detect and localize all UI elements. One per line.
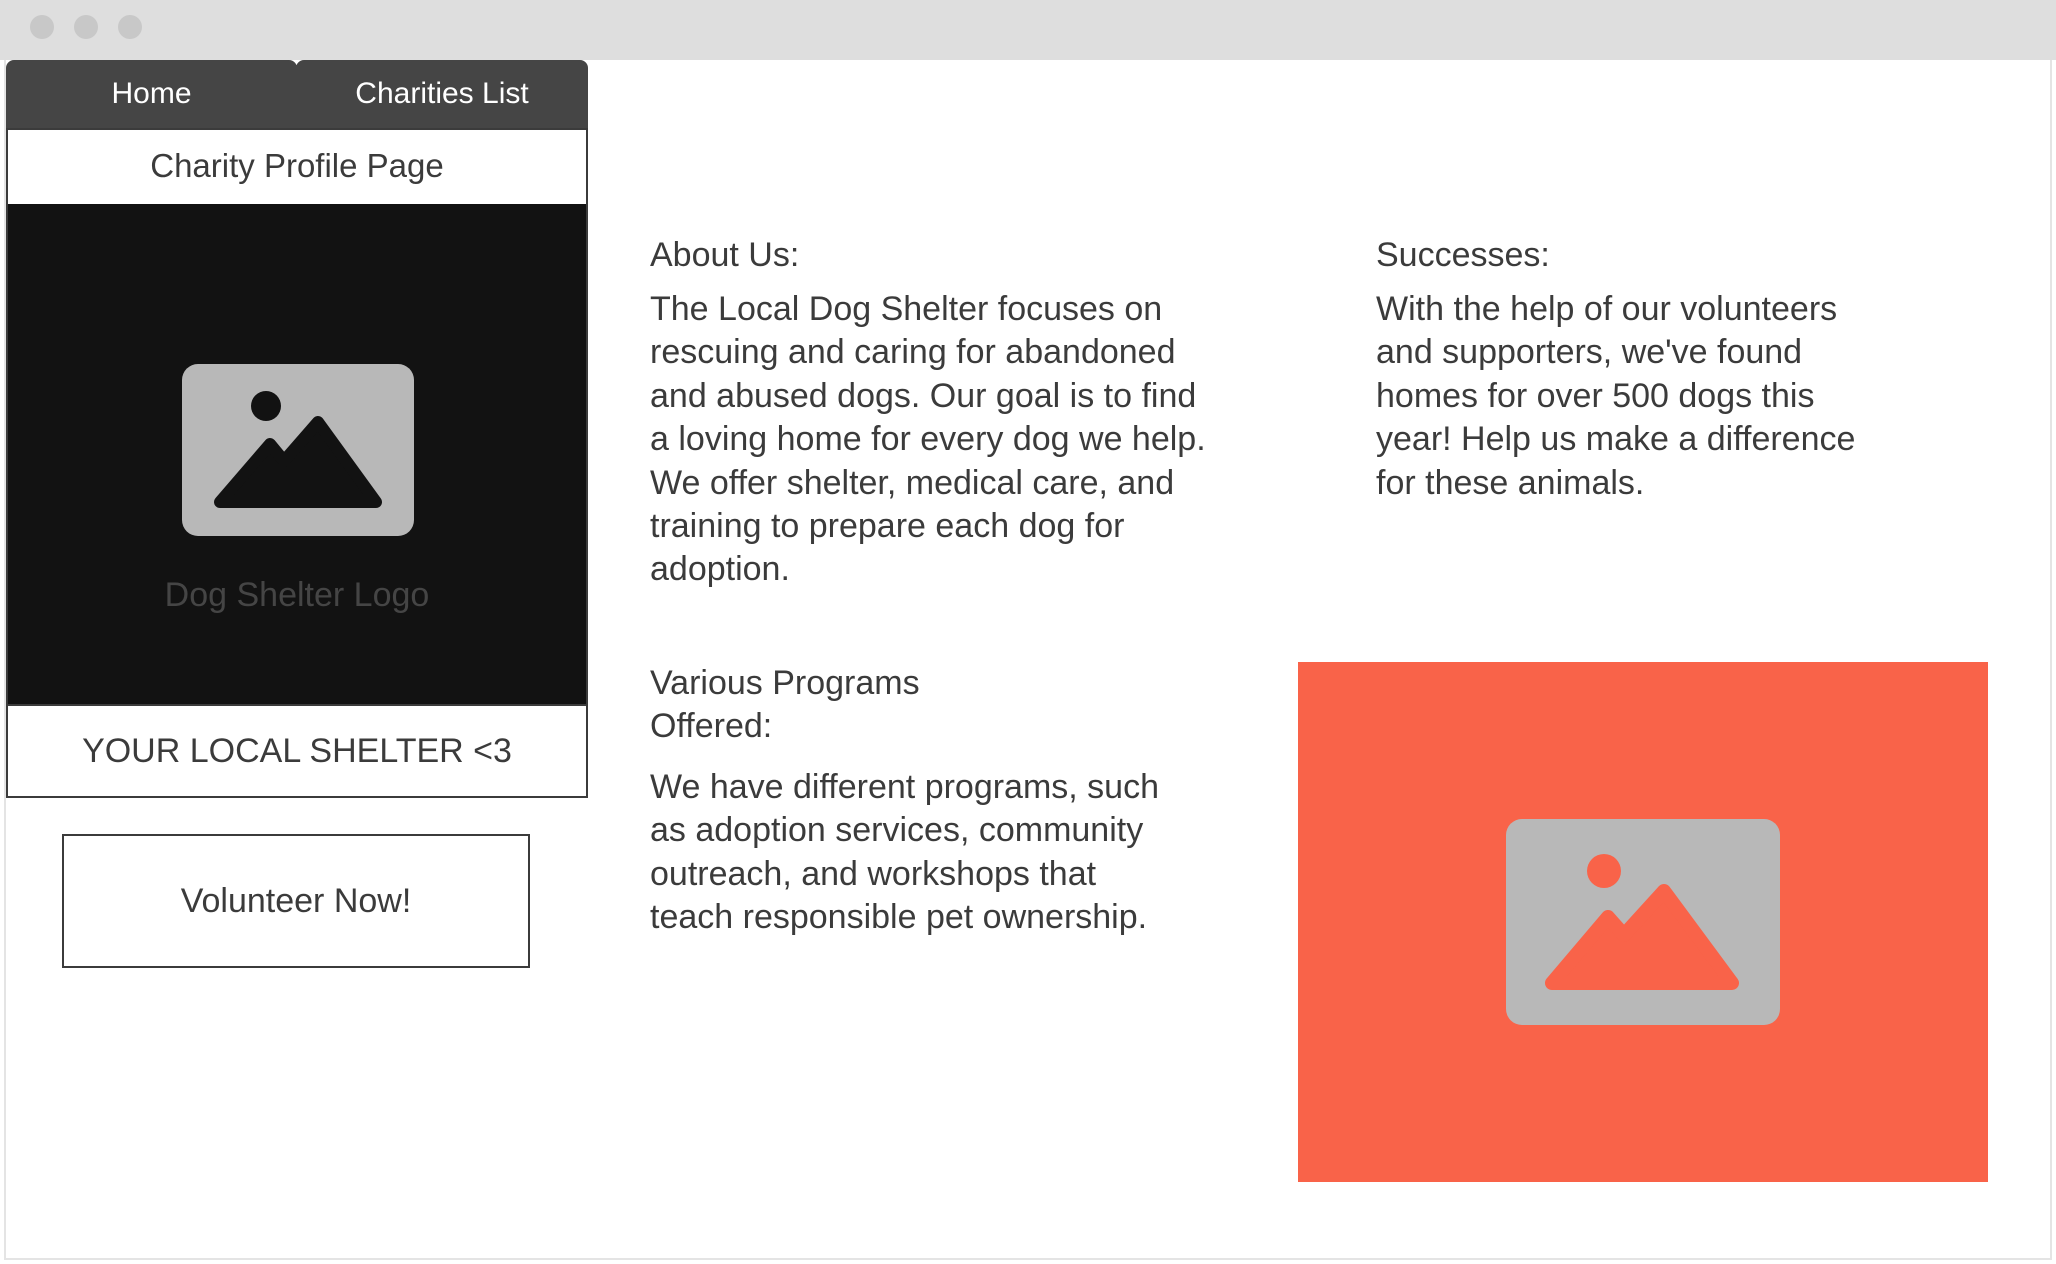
- window-control-minimize[interactable]: [74, 15, 98, 39]
- successes-text: With the help of our volunteers and supp…: [1376, 290, 1856, 502]
- charity-profile-panel: Charity Profile Page Dog Shelter Logo YO…: [6, 128, 588, 798]
- volunteer-button[interactable]: Volunteer Now!: [62, 834, 530, 968]
- charity-logo: Dog Shelter Logo: [8, 204, 586, 704]
- programs-text: We have different programs, such as adop…: [650, 768, 1160, 937]
- tab-charities-list[interactable]: Charities List: [296, 60, 588, 128]
- shelter-name: YOUR LOCAL SHELTER <3: [8, 704, 586, 796]
- about-text: The Local Dog Shelter focuses on rescuin…: [650, 290, 1206, 589]
- image-placeholder-icon: [182, 364, 414, 536]
- about-heading: About Us:: [650, 236, 800, 274]
- programs-heading: Various Programs Offered:: [650, 664, 920, 745]
- image-placeholder-icon: [1506, 819, 1780, 1025]
- window-control-close[interactable]: [30, 15, 54, 39]
- logo-caption: Dog Shelter Logo: [164, 576, 430, 614]
- feature-image: [1298, 662, 1988, 1182]
- tab-home[interactable]: Home: [6, 60, 297, 128]
- window-titlebar: [0, 0, 2056, 60]
- window-control-maximize[interactable]: [118, 15, 142, 39]
- tab-charities-list-label: Charities List: [355, 77, 529, 110]
- page-title: Charity Profile Page: [150, 147, 444, 184]
- tab-home-label: Home: [111, 77, 192, 110]
- successes-heading: Successes:: [1376, 236, 1550, 274]
